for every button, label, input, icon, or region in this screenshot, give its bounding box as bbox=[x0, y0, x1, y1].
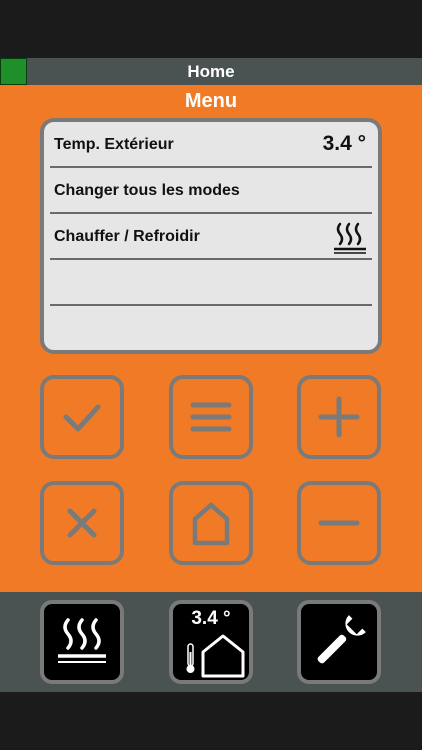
confirm-button[interactable] bbox=[40, 375, 124, 459]
check-icon bbox=[63, 404, 101, 432]
outdoor-temp-button[interactable]: 3.4 ° bbox=[169, 600, 253, 684]
wrench-icon bbox=[317, 615, 366, 664]
menu-row-change-modes[interactable]: Changer tous les modes bbox=[50, 168, 372, 214]
home-icon bbox=[192, 502, 230, 546]
menu-row-label: Chauffer / Refroidir bbox=[54, 228, 200, 245]
menu-row-empty bbox=[50, 306, 372, 350]
increase-button[interactable] bbox=[297, 375, 381, 459]
plus-icon bbox=[318, 396, 360, 438]
footer-bar: 3.4 ° bbox=[0, 592, 422, 692]
menu-row-empty bbox=[50, 260, 372, 306]
decrease-button[interactable] bbox=[297, 481, 381, 565]
menu-row-outdoor-temp[interactable]: Temp. Extérieur 3.4 ° bbox=[50, 122, 372, 168]
house-thermometer-icon bbox=[186, 634, 245, 678]
menu-row-label: Changer tous les modes bbox=[54, 182, 240, 199]
menu-row-label: Temp. Extérieur bbox=[54, 136, 174, 153]
heating-icon bbox=[334, 222, 366, 254]
header-bar: Home bbox=[0, 58, 422, 85]
list-button[interactable] bbox=[169, 375, 253, 459]
menu-row-heat-cool[interactable]: Chauffer / Refroidir bbox=[50, 214, 372, 260]
menu-icon bbox=[190, 402, 232, 432]
settings-button[interactable] bbox=[297, 600, 381, 684]
main-area: Menu Temp. Extérieur 3.4 ° Changer tous … bbox=[0, 85, 422, 592]
close-icon bbox=[67, 508, 97, 538]
top-bar bbox=[0, 0, 422, 58]
cancel-button[interactable] bbox=[40, 481, 124, 565]
bottom-bar bbox=[0, 692, 422, 750]
menu-title: Menu bbox=[184, 90, 238, 112]
heating-mode-button[interactable] bbox=[40, 600, 124, 684]
minus-icon bbox=[318, 520, 360, 526]
menu-panel: Temp. Extérieur 3.4 ° Changer tous les m… bbox=[40, 118, 382, 354]
outdoor-temp-value: 3.4 ° bbox=[322, 132, 366, 155]
header-title: Home bbox=[187, 62, 235, 81]
heating-icon bbox=[58, 618, 106, 663]
home-button[interactable] bbox=[169, 481, 253, 565]
